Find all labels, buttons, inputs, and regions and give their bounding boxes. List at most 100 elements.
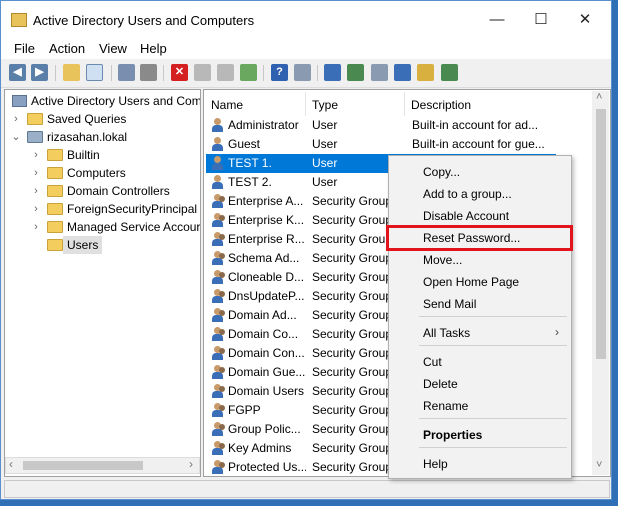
tree-expander-icon[interactable]: ›: [31, 200, 41, 218]
group-icon: [211, 403, 225, 418]
menu-item-disable-account[interactable]: Disable Account: [423, 209, 509, 223]
up-folder-icon[interactable]: [63, 64, 80, 81]
column-divider[interactable]: [404, 92, 405, 116]
context-menu: Copy... Add to a group... Disable Account R…: [388, 155, 572, 479]
cell-type: User: [312, 137, 338, 151]
scroll-up-icon[interactable]: ˄: [596, 91, 602, 103]
column-header-description[interactable]: Description: [411, 94, 471, 116]
domain-icon: [27, 131, 43, 143]
tree-item-label: ForeignSecurityPrincipal: [67, 202, 198, 216]
cell-name: Protected Us...: [228, 460, 306, 474]
tree-item[interactable]: › Computers: [5, 164, 200, 182]
tree-horizontal-scrollbar[interactable]: ‹ ›: [5, 457, 200, 474]
menu-item-rename[interactable]: Rename: [423, 399, 468, 413]
list-vertical-scrollbar[interactable]: ˄ ˅: [592, 91, 609, 475]
cell-name: Domain Gue...: [228, 365, 306, 379]
find-icon[interactable]: [417, 64, 434, 81]
highlight-box: [386, 225, 573, 251]
maximize-button[interactable]: ☐: [519, 7, 563, 33]
list-scroll-thumb[interactable]: [596, 109, 606, 359]
properties-icon[interactable]: [194, 64, 211, 81]
user-icon: [211, 118, 224, 133]
menu-item-copy[interactable]: Copy...: [423, 165, 460, 179]
column-header-name[interactable]: Name: [211, 94, 243, 116]
filter-icon[interactable]: [394, 64, 411, 81]
tree-item-label: rizasahan.lokal: [47, 130, 128, 144]
clipboard-icon[interactable]: [140, 64, 157, 81]
add-to-group-icon[interactable]: [441, 64, 458, 81]
cut-icon[interactable]: [118, 64, 135, 81]
cell-name: Group Polic...: [228, 422, 301, 436]
column-header-type[interactable]: Type: [312, 94, 338, 116]
cell-name: Cloneable D...: [228, 270, 305, 284]
cell-name: Domain Con...: [228, 346, 305, 360]
close-button[interactable]: ✕: [563, 7, 607, 33]
title-bar: Active Directory Users and Computers — ☐…: [1, 1, 611, 37]
menu-item-open-home-page[interactable]: Open Home Page: [423, 275, 519, 289]
refresh-icon[interactable]: [217, 64, 234, 81]
tree-item[interactable]: Users: [5, 236, 200, 254]
tree-expander-icon[interactable]: ›: [31, 146, 41, 164]
group-icon: [211, 270, 225, 285]
cell-type: User: [312, 118, 338, 132]
console-icon[interactable]: [294, 64, 311, 81]
tree-expander-icon[interactable]: ›: [11, 110, 21, 128]
menu-view[interactable]: View: [99, 41, 127, 56]
menu-item-help[interactable]: Help: [423, 457, 448, 471]
menu-item-send-mail[interactable]: Send Mail: [423, 297, 476, 311]
delete-icon[interactable]: ✕: [171, 64, 188, 81]
group-icon: [211, 232, 225, 247]
menu-item-add-to-a-group[interactable]: Add to a group...: [423, 187, 512, 201]
export-list-icon[interactable]: [240, 64, 257, 81]
tree-root-label: Active Directory Users and Com: [31, 94, 201, 108]
back-icon[interactable]: ◀: [9, 64, 26, 81]
forward-icon[interactable]: ▶: [31, 64, 48, 81]
tree-item[interactable]: › Saved Queries: [5, 110, 200, 128]
menu-help[interactable]: Help: [140, 41, 167, 56]
status-bar: [4, 480, 610, 498]
new-ou-icon[interactable]: [371, 64, 388, 81]
tree-expander-icon[interactable]: ⌄: [11, 128, 21, 146]
column-divider[interactable]: [305, 92, 306, 116]
menu-item-move[interactable]: Move...: [423, 253, 462, 267]
tree-item[interactable]: › ForeignSecurityPrincipal: [5, 200, 200, 218]
folder-icon: [47, 239, 63, 251]
console-tree: Active Directory Users and Com › Saved Qu…: [4, 89, 201, 477]
list-row[interactable]: Guest User Built-in account for gue...: [206, 135, 556, 154]
menu-file[interactable]: File: [14, 41, 35, 56]
new-user-icon[interactable]: [324, 64, 341, 81]
tree-item[interactable]: › Domain Controllers: [5, 182, 200, 200]
toolbar-divider: [263, 65, 264, 81]
list-row[interactable]: Administrator User Built-in account for ad…: [206, 116, 556, 135]
cell-name: FGPP: [228, 403, 261, 417]
show-tree-icon[interactable]: [86, 64, 103, 81]
new-group-icon[interactable]: [347, 64, 364, 81]
tree-expander-icon[interactable]: ›: [31, 164, 41, 182]
group-icon: [211, 365, 225, 380]
scroll-right-icon[interactable]: ›: [189, 457, 193, 471]
scroll-down-icon[interactable]: ˅: [596, 459, 602, 471]
help-icon[interactable]: ?: [271, 64, 288, 81]
toolbar-divider: [317, 65, 318, 81]
menu-item-delete[interactable]: Delete: [423, 377, 458, 391]
tree-expander-icon[interactable]: ›: [31, 182, 41, 200]
folder-icon: [47, 185, 63, 197]
tree-item[interactable]: › Builtin: [5, 146, 200, 164]
submenu-arrow-icon: ›: [555, 325, 559, 339]
tree-expander-icon[interactable]: ›: [31, 218, 41, 236]
tree-scroll-thumb[interactable]: [23, 461, 143, 470]
cell-name: Key Admins: [228, 441, 292, 455]
menu-action[interactable]: Action: [49, 41, 85, 56]
tree-item[interactable]: › Managed Service Accour: [5, 218, 200, 236]
tree-item-label: Builtin: [67, 148, 100, 162]
cell-name: TEST 2.: [228, 175, 272, 189]
group-icon: [211, 194, 225, 209]
tree-item[interactable]: ⌄ rizasahan.lokal: [5, 128, 200, 146]
menu-bar: File Action View Help: [1, 37, 611, 59]
menu-item-all-tasks[interactable]: All Tasks: [423, 326, 470, 340]
scroll-left-icon[interactable]: ‹: [9, 457, 13, 471]
minimize-button[interactable]: —: [475, 7, 519, 33]
menu-item-properties[interactable]: Properties: [423, 428, 482, 442]
cell-name: Guest: [228, 137, 261, 151]
menu-item-cut[interactable]: Cut: [423, 355, 442, 369]
